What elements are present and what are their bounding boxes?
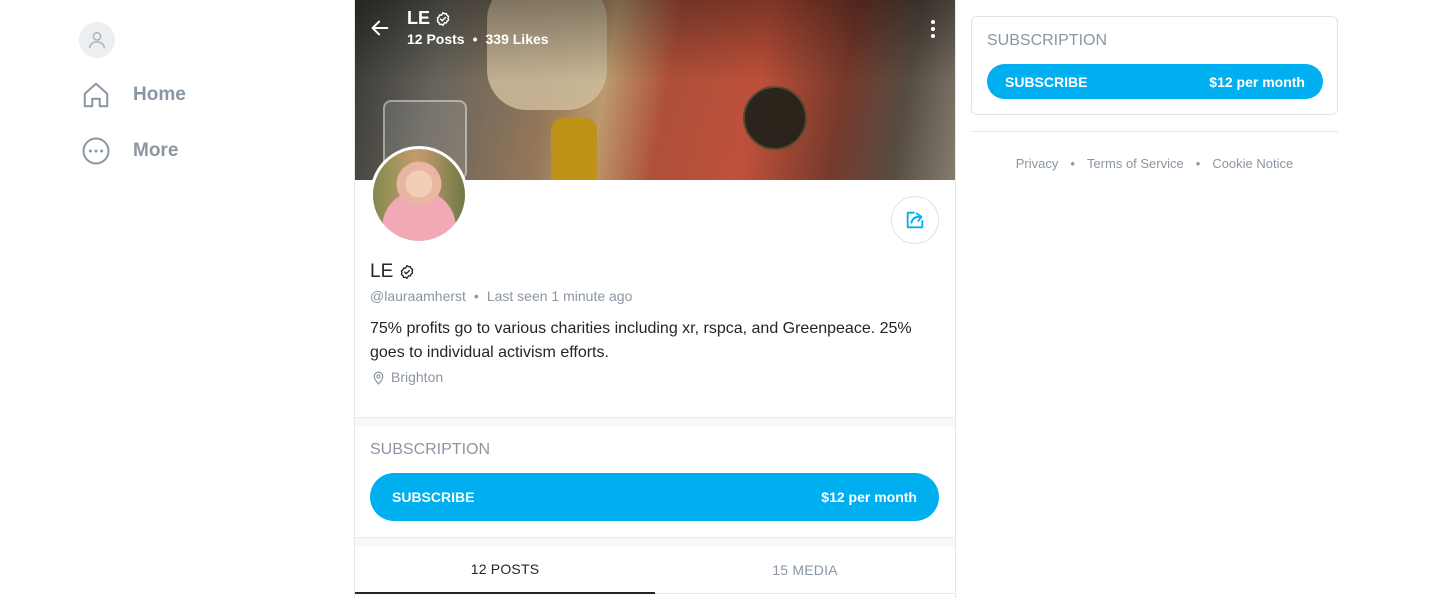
subscribe-price: $12 per month [1209, 73, 1305, 90]
user-icon [88, 31, 106, 49]
subscription-card: SUBSCRIPTION SUBSCRIBE $12 per month [971, 16, 1338, 115]
left-sidebar: Home More [79, 22, 299, 171]
likes-count: 339 Likes [485, 31, 549, 47]
profile-location: Brighton [372, 369, 443, 385]
divider [971, 131, 1338, 132]
terms-link[interactable]: Terms of Service [1087, 156, 1184, 171]
profile-header-bar: LE 12 Posts • 339 Likes [355, 0, 955, 60]
cookie-notice-link[interactable]: Cookie Notice [1212, 156, 1293, 171]
sidebar-item-label: Home [133, 84, 186, 105]
vertical-dots-icon [931, 20, 935, 38]
sidebar-item-label: More [133, 140, 179, 161]
location-pin-icon [373, 371, 384, 385]
more-options-button[interactable] [923, 16, 943, 42]
section-divider [355, 417, 955, 426]
profile-handle: @lauraamherst [370, 288, 466, 304]
user-avatar[interactable] [79, 22, 115, 58]
profile-meta: @lauraamherst • Last seen 1 minute ago [370, 288, 633, 304]
posts-count: 12 Posts [407, 31, 465, 47]
privacy-link[interactable]: Privacy [1016, 156, 1059, 171]
verified-icon [400, 265, 414, 279]
share-button[interactable] [891, 196, 939, 244]
back-button[interactable] [367, 15, 393, 41]
last-seen-status: Last seen 1 minute ago [486, 288, 633, 304]
location-label: Brighton [391, 369, 444, 385]
home-icon [79, 78, 113, 112]
sidebar-item-more[interactable]: More [79, 131, 299, 171]
subscription-card-title: SUBSCRIPTION [987, 32, 1108, 49]
profile-main: LE 12 Posts • 339 Likes LE @lauraamherst… [354, 0, 956, 598]
subscribe-button-sidebar[interactable]: SUBSCRIBE $12 per month [987, 64, 1323, 99]
subscribe-label: SUBSCRIBE [392, 489, 475, 505]
header-name: LE [407, 8, 431, 28]
header-stats: 12 Posts • 339 Likes [407, 31, 549, 47]
footer-links: Privacy • Terms of Service • Cookie Noti… [1015, 156, 1294, 171]
tab-media[interactable]: 15 MEDIA [655, 546, 955, 594]
verified-icon [436, 11, 450, 26]
subscribe-price: $12 per month [821, 489, 917, 505]
profile-avatar[interactable] [370, 146, 468, 244]
profile-tabs: 12 POSTS 15 MEDIA [355, 546, 955, 594]
subscribe-button[interactable]: SUBSCRIBE $12 per month [370, 473, 939, 521]
section-divider [355, 537, 955, 546]
subscription-title: SUBSCRIPTION [370, 441, 491, 458]
sidebar-item-home[interactable]: Home [79, 75, 299, 115]
tab-posts[interactable]: 12 POSTS [355, 546, 655, 594]
more-circle-icon [79, 134, 113, 168]
subscribe-label: SUBSCRIBE [1005, 73, 1088, 90]
share-icon [906, 211, 924, 229]
profile-bio: 75% profits go to various charities incl… [370, 320, 912, 361]
arrow-left-icon [371, 20, 389, 36]
profile-name: LE [370, 261, 394, 282]
